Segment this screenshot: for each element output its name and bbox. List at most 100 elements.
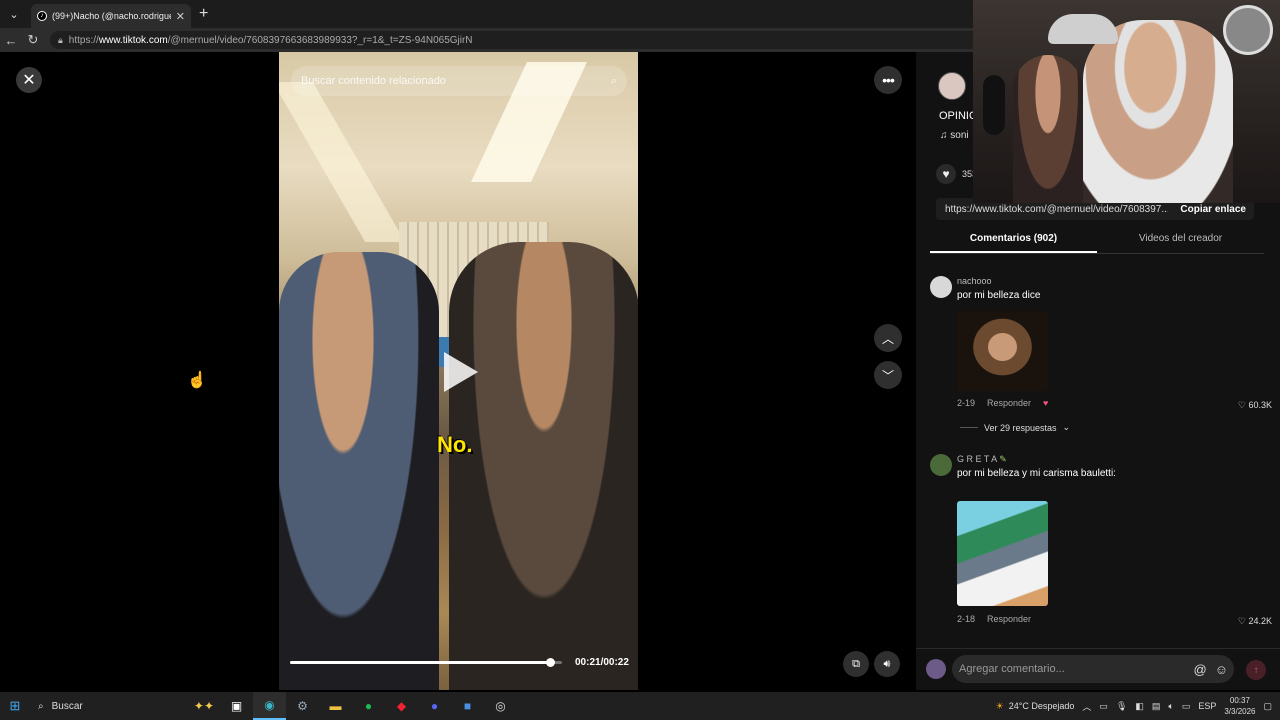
comment-like[interactable]: ♡ 60.3K: [1238, 400, 1272, 411]
language-indicator[interactable]: ESP: [1198, 701, 1216, 711]
task-view-icon[interactable]: ▣: [220, 692, 253, 720]
panel-tabs: Comentarios (902) Videos del creador: [930, 228, 1264, 254]
notification-icon[interactable]: ▢: [1263, 701, 1272, 712]
sparkle-icon: ✦✦: [193, 699, 214, 713]
pencil-emoji-icon: ✎: [999, 454, 1007, 464]
webcam-person-right-shape: [1083, 20, 1233, 203]
creator-avatar[interactable]: [938, 72, 966, 100]
webcam-person-left-shape: [1013, 55, 1083, 203]
volume-icon[interactable]: 🔈︎: [1168, 701, 1173, 712]
copy-link-button[interactable]: Copiar enlace: [1168, 204, 1254, 215]
send-arrow-up-icon[interactable]: ↑: [1246, 660, 1266, 680]
cap-shape: [1048, 14, 1118, 44]
tab-close-icon[interactable]: ✕: [176, 10, 185, 23]
comment-username[interactable]: nachooo: [957, 276, 992, 286]
video-progress-bar[interactable]: [290, 658, 562, 667]
comment-image-cartoon[interactable]: [957, 501, 1048, 606]
music-note-icon: ♫: [940, 130, 951, 141]
comment-image-portrait[interactable]: [957, 311, 1048, 391]
fan-shape: [1223, 5, 1273, 55]
comment-like[interactable]: ♡ 24.2K: [1238, 616, 1272, 627]
comment-like-count: 60.3K: [1248, 400, 1272, 410]
back-arrow-icon[interactable]: ←: [0, 33, 22, 48]
video-progress-fill: [290, 661, 550, 664]
heart-icon[interactable]: ♥: [936, 164, 956, 184]
comment-meta: 2-18 Responder: [957, 614, 1031, 624]
network-icon[interactable]: ▤: [1152, 701, 1161, 712]
volume-icon[interactable]: 🔊︎: [874, 651, 900, 677]
view-replies-label: Ver 29 respuestas: [984, 422, 1057, 433]
next-video-chevron-down-icon[interactable]: ﹀: [874, 361, 902, 389]
hand-cursor-icon: ☝: [187, 372, 207, 389]
comment-text: por mi belleza dice: [957, 290, 1041, 301]
tray-chevron-up-icon[interactable]: ︿: [1082, 700, 1091, 713]
tab-comments[interactable]: Comentarios (902): [930, 228, 1097, 253]
video-title: OPINIO: [939, 110, 978, 122]
comment-item: G R E T A ✎ por mi belleza y mi carisma …: [930, 454, 1274, 629]
sound-label[interactable]: ♫ soni: [940, 130, 969, 141]
heart-outline-icon: ♡: [1237, 616, 1249, 626]
close-icon[interactable]: ✕: [16, 67, 42, 93]
comment-date: 2-19: [957, 398, 976, 408]
tray-app-icon[interactable]: ▭: [1099, 701, 1108, 712]
browser-tab[interactable]: ♪ (99+)Nacho (@nacho.rodriguez) ✕: [31, 4, 191, 28]
view-replies-button[interactable]: Ver 29 respuestas ⌄: [960, 422, 1070, 433]
clock[interactable]: 00:37 3/3/2026: [1224, 695, 1255, 717]
commenter-avatar[interactable]: [930, 276, 952, 298]
blue-app-icon[interactable]: ■: [451, 692, 484, 720]
url-prefix: https://: [68, 34, 99, 46]
obs-icon[interactable]: ◎: [484, 692, 517, 720]
search-icon[interactable]: ⌕: [611, 75, 617, 88]
reload-icon[interactable]: ↻: [22, 32, 44, 48]
clock-time: 00:37: [1229, 696, 1250, 705]
video-timecode: 00:21/00:22: [575, 657, 629, 668]
clock-date: 3/3/2026: [1224, 707, 1256, 716]
chevron-down-icon: ⌄: [1062, 422, 1071, 432]
discord-icon[interactable]: ●: [418, 692, 451, 720]
steam-icon[interactable]: ⚙: [286, 692, 319, 720]
like-counter[interactable]: ♥ 353: [936, 164, 977, 184]
video-player[interactable]: Buscar contenido relacionado ⌕ No. 00:21…: [279, 52, 638, 690]
replies-divider-line: [960, 427, 978, 428]
person-left-shape: [279, 252, 439, 690]
emoji-icon[interactable]: ☺: [1215, 662, 1228, 677]
related-search-input[interactable]: Buscar contenido relacionado ⌕: [291, 66, 627, 96]
more-options-icon[interactable]: •••: [874, 66, 902, 94]
mention-at-icon[interactable]: @: [1194, 662, 1207, 677]
tab-list-chevron-icon[interactable]: ⌄: [3, 3, 25, 25]
tab-title: (99+)Nacho (@nacho.rodriguez): [52, 11, 171, 21]
weather-sun-icon: ☀: [995, 700, 1004, 711]
weather-widget[interactable]: ☀ 24°C Despejado: [996, 701, 1075, 712]
my-avatar: [926, 659, 946, 679]
reply-button[interactable]: Responder: [987, 398, 1031, 408]
tray-app-icon[interactable]: ◧: [1135, 701, 1144, 712]
file-explorer-icon[interactable]: ▬: [319, 692, 352, 720]
taskbar-search[interactable]: ⌕ Buscar ✦✦: [30, 695, 220, 717]
previous-video-chevron-up-icon[interactable]: ︿: [874, 324, 902, 352]
battery-icon[interactable]: ▭: [1182, 701, 1191, 712]
windows-start-icon[interactable]: ⊞: [0, 698, 30, 714]
picture-in-picture-icon[interactable]: ⧉: [843, 651, 869, 677]
edge-browser-icon[interactable]: ◉: [253, 692, 286, 720]
video-progress-knob[interactable]: [545, 658, 555, 667]
comment-username-text: G R E T A: [957, 454, 997, 464]
commenter-avatar[interactable]: [930, 454, 952, 476]
microphone-icon[interactable]: 🎙︎: [1116, 701, 1127, 712]
reply-button[interactable]: Responder: [987, 614, 1031, 624]
heart-outline-icon: ♡: [1237, 400, 1249, 410]
new-tab-plus-icon[interactable]: +: [199, 5, 208, 23]
comment-username[interactable]: G R E T A ✎: [957, 454, 1007, 465]
taskbar-search-label: Buscar: [51, 700, 83, 712]
sound-name: soni: [950, 130, 969, 141]
red-app-icon[interactable]: ◆: [385, 692, 418, 720]
spotify-icon[interactable]: ●: [352, 692, 385, 720]
comment-input[interactable]: Agregar comentario... @ ☺: [952, 655, 1234, 683]
url-field[interactable]: 🔒︎ https://www.tiktok.com/@mernuel/video…: [50, 31, 990, 49]
search-icon: ⌕: [38, 700, 44, 712]
tab-creator-videos[interactable]: Videos del creador: [1097, 228, 1264, 253]
windows-taskbar: ⊞ ⌕ Buscar ✦✦ ▣ ◉ ⚙ ▬ ● ◆ ● ■ ◎ ☀ 24°C D…: [0, 692, 1280, 720]
system-tray: ☀ 24°C Despejado ︿ ▭ 🎙︎ ◧ ▤ 🔈︎ ▭ ESP 00:…: [996, 692, 1280, 720]
comment-like-count: 24.2K: [1248, 616, 1272, 626]
person-right-shape: [449, 242, 638, 690]
play-icon[interactable]: [444, 352, 478, 392]
